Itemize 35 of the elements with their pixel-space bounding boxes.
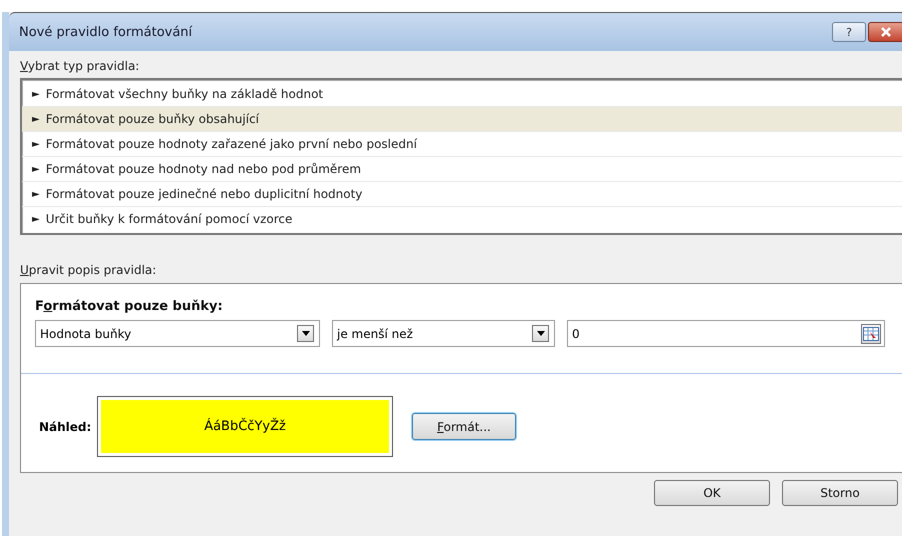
format-button[interactable]: Formát... <box>412 413 516 440</box>
rule-type-text: Formátovat pouze hodnoty nad nebo pod průměrem <box>46 162 362 176</box>
value-field[interactable]: 0 <box>567 320 885 347</box>
ok-button[interactable]: OK <box>654 480 770 506</box>
arrow-icon: ► <box>32 164 40 174</box>
cancel-button[interactable]: Storno <box>782 480 898 506</box>
dropdown-arrow-icon <box>536 331 544 336</box>
arrow-icon: ► <box>32 188 40 200</box>
panel-heading: Formátovat pouze buňky: <box>35 299 223 314</box>
close-button[interactable] <box>868 22 902 42</box>
preview-label: Náhled: <box>39 420 92 434</box>
arrow-icon: ► <box>32 138 40 150</box>
rule-type-item[interactable]: ► Formátovat pouze buňky obsahující <box>22 107 902 132</box>
rule-type-text: Formátovat pouze jedinečné nebo duplicitní hodnoty <box>46 187 362 201</box>
rule-type-text: Formátovat pouze buňky obsahující <box>46 112 260 126</box>
help-button[interactable]: ? <box>832 22 866 42</box>
section-label: Upravit popis pravidla: <box>20 263 156 277</box>
arrow-icon: ► <box>32 214 40 224</box>
window-title: Nové pravidlo formátování <box>19 24 194 40</box>
section-label: Vybrat typ pravidla: <box>20 59 140 73</box>
rule-type-item[interactable]: ► Formátovat pouze jedinečné nebo duplicitní hodnoty <box>22 182 902 207</box>
rule-type-text: Určit buňky k formátování pomocí vzorce <box>46 212 292 226</box>
rule-type-item[interactable]: ► Formátovat pouze hodnoty zařazené jako první nebo poslední <box>22 132 902 157</box>
rule-type-text: Formátovat všechny buňky na základě hodnot <box>46 87 324 101</box>
field-dropdown[interactable]: Hodnota buňky <box>35 320 320 347</box>
range-picker-icon[interactable] <box>863 326 879 340</box>
rule-type-item[interactable]: ► Určit buňky k formátování pomocí vzorce <box>22 207 902 231</box>
rule-type-item[interactable]: ► Formátovat pouze hodnoty nad nebo pod průměrem <box>22 157 902 182</box>
arrow-icon: ► <box>32 114 40 124</box>
operator-dropdown[interactable]: je menší než <box>332 320 555 347</box>
close-icon <box>880 27 892 37</box>
preview-sample: ÁáBbČčYyŽž <box>101 400 389 453</box>
arrow-icon: ► <box>32 88 40 100</box>
dropdown-arrow-icon <box>302 331 310 336</box>
rule-type-text: Formátovat pouze hodnoty zařazené jako první nebo poslední <box>46 137 417 151</box>
